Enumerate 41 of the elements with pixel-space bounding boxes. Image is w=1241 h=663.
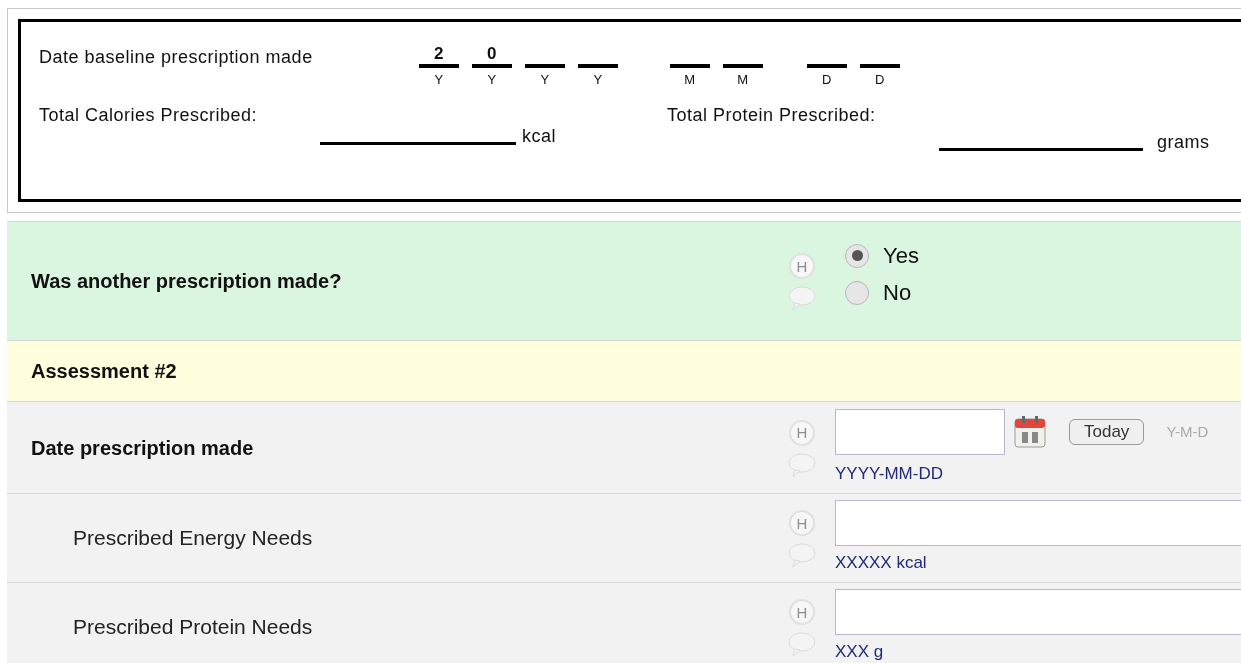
field-hint: XXXXX kcal (835, 552, 928, 575)
field-hint: YYYY-MM-DD (835, 462, 944, 485)
form-label: Total Calories Prescribed: (39, 103, 259, 127)
form-label: Total Protein Prescribed: (667, 103, 877, 127)
question-label: Date prescription made (31, 436, 254, 459)
question-label: Was another prescription made? (31, 270, 342, 292)
digit-caption: Y (593, 71, 603, 89)
today-button[interactable]: Today (1069, 418, 1145, 445)
comment-icon[interactable] (787, 285, 817, 311)
text-field[interactable] (835, 589, 1241, 636)
digit-blank: 2 (419, 44, 459, 68)
help-icon[interactable]: H (789, 253, 815, 279)
radio-label[interactable]: No (883, 276, 912, 309)
comment-icon[interactable] (787, 451, 817, 478)
section-title: Assessment #2 (31, 359, 177, 384)
radio-button[interactable] (845, 280, 869, 305)
digit-caption: M (737, 71, 749, 89)
digit-caption: D (822, 71, 832, 89)
digit-blank: 0 (472, 44, 512, 68)
radio-label[interactable]: Yes (883, 239, 919, 272)
comment-icon[interactable] (787, 542, 817, 568)
date-field[interactable] (835, 408, 1005, 455)
help-icon[interactable]: H (789, 419, 815, 446)
comment-icon[interactable] (787, 631, 817, 657)
digit-caption: D (875, 71, 885, 89)
digit-caption: Y (540, 71, 550, 89)
unit-text: kcal (522, 126, 556, 145)
digit-caption: M (684, 71, 696, 89)
field-hint: XXX g (835, 641, 885, 663)
digit-caption: Y (434, 71, 444, 89)
digit-caption: Y (487, 71, 497, 89)
unit-text: grams (1157, 132, 1210, 151)
calendar-icon[interactable] (1013, 414, 1047, 449)
question-label: Prescribed Protein Needs (73, 615, 313, 639)
text-field[interactable] (835, 500, 1241, 547)
form-label: Date baseline prescription made (39, 46, 314, 69)
help-icon[interactable]: H (789, 599, 815, 625)
question-label: Prescribed Energy Needs (73, 526, 313, 550)
date-format-text: Y-M-D (1166, 421, 1209, 442)
radio-button[interactable] (845, 243, 869, 268)
help-icon[interactable]: H (789, 510, 815, 536)
